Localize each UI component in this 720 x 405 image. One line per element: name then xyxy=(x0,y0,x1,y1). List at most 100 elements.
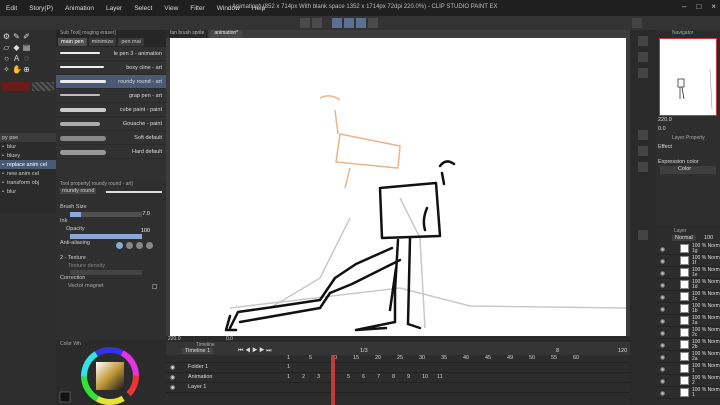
menu-story[interactable]: Story(P) xyxy=(23,5,59,12)
lasso-tool-icon[interactable]: ◌ xyxy=(22,54,31,63)
eye-icon[interactable]: ◉ xyxy=(170,374,175,381)
canvas-tab[interactable]: fan brush sprite xyxy=(166,30,209,38)
panel-icon[interactable] xyxy=(638,230,648,240)
frame-cel[interactable]: 6 xyxy=(362,374,365,380)
aa-none-option[interactable] xyxy=(116,242,123,249)
eye-icon[interactable]: ◉ xyxy=(660,330,665,337)
minimize-icon[interactable]: – xyxy=(682,2,686,11)
snap-icon[interactable] xyxy=(332,18,342,28)
transparent-swatch[interactable] xyxy=(32,82,54,91)
brush-size-value[interactable]: 7.0 xyxy=(142,211,150,217)
layer-row[interactable]: ◉ 100 % Norm 1f xyxy=(656,255,720,267)
timeline-row-layer[interactable]: ◉ Layer 1 xyxy=(166,383,630,393)
gradient-tool-icon[interactable]: ▤ xyxy=(22,43,31,52)
first-frame-icon[interactable]: ⏮ xyxy=(238,348,243,354)
frame-cel[interactable]: 10 xyxy=(422,374,428,380)
main-color-chip[interactable] xyxy=(59,391,71,403)
blend-mode-select[interactable]: Normal xyxy=(672,235,696,241)
brush-item[interactable]: Soft default xyxy=(56,131,166,145)
figure-tool-icon[interactable]: ○ xyxy=(2,54,11,63)
panel-icon[interactable] xyxy=(638,36,648,46)
frame-cel[interactable]: 5 xyxy=(347,374,350,380)
opacity-slider[interactable] xyxy=(70,234,142,239)
brush-item[interactable]: cube paint - paint xyxy=(56,103,166,117)
hand-tool-icon[interactable]: ✋ xyxy=(12,65,22,74)
eyedropper-tool-icon[interactable]: ✧ xyxy=(2,65,11,74)
frame-cel[interactable]: 2 xyxy=(302,374,305,380)
undo-icon[interactable] xyxy=(300,18,310,28)
frame-cel[interactable]: 1 xyxy=(287,374,290,380)
canvas-tab[interactable]: animation* xyxy=(210,30,243,38)
brush-item[interactable]: grap pen - art xyxy=(56,89,166,103)
frame-cel[interactable]: 8 xyxy=(392,374,395,380)
menu-view[interactable]: View xyxy=(158,5,184,12)
brush-size-slider[interactable] xyxy=(70,212,142,217)
frame-cel[interactable]: 7 xyxy=(377,374,380,380)
text-tool-icon[interactable]: A xyxy=(12,54,21,63)
panel-toggle-icon[interactable] xyxy=(632,18,642,28)
frame-cel[interactable]: 3 xyxy=(317,374,320,380)
layer-row[interactable]: ◉ 100 % Norm 1c xyxy=(656,291,720,303)
layer-row[interactable]: ◉ 100 % Norm 2b xyxy=(656,339,720,351)
eye-icon[interactable]: ◉ xyxy=(660,246,665,253)
eye-icon[interactable]: ◉ xyxy=(660,390,665,397)
frame-cel[interactable]: 11 xyxy=(437,374,443,380)
eye-icon[interactable]: ◉ xyxy=(660,306,665,313)
layer-opacity[interactable]: 100 xyxy=(704,235,713,241)
frame-cel[interactable]: 9 xyxy=(407,374,410,380)
maximize-icon[interactable]: □ xyxy=(696,2,701,11)
timeline-row-animation[interactable]: ◉ Animation 1234567891011 xyxy=(166,373,630,383)
eye-icon[interactable]: ◉ xyxy=(170,384,175,391)
aa-strong-option[interactable] xyxy=(146,242,153,249)
pen-tool-icon[interactable]: ✐ xyxy=(22,32,31,41)
eye-icon[interactable]: ◉ xyxy=(660,282,665,289)
panel-icon[interactable] xyxy=(638,130,648,140)
layer-row[interactable]: ◉ 100 % Norm 1e xyxy=(656,267,720,279)
layer-row[interactable]: ◉ 100 % Norm 2 xyxy=(656,375,720,387)
zoom-tool-icon[interactable]: ⊕ xyxy=(22,65,31,74)
play-icon[interactable]: ▶ xyxy=(252,348,257,354)
vector-magnet-checkbox[interactable] xyxy=(152,284,157,289)
left-layer-item[interactable]: • blur xyxy=(0,187,56,196)
aa-middle-option[interactable] xyxy=(136,242,143,249)
prev-frame-icon[interactable]: ◀ xyxy=(245,348,250,354)
navigator-preview[interactable] xyxy=(659,38,717,116)
fill-tool-icon[interactable]: ◆ xyxy=(12,43,21,52)
menu-filter[interactable]: Filter xyxy=(184,5,210,12)
layer-row[interactable]: ◉ 100 % Norm 1 xyxy=(656,363,720,375)
left-layer-item[interactable]: • new anim cel xyxy=(0,169,56,178)
left-layer-item[interactable]: • blur xyxy=(0,142,56,151)
layer-row[interactable]: ◉ 100 % Norm 1d xyxy=(656,279,720,291)
tab-pen-main[interactable]: pen mai xyxy=(118,38,144,46)
tab-main-pen[interactable]: main pen xyxy=(58,38,87,46)
grid-snap-icon[interactable] xyxy=(356,18,366,28)
saturation-square[interactable] xyxy=(96,362,124,390)
redo-icon[interactable] xyxy=(312,18,322,28)
brush-item[interactable]: Gouache - paint xyxy=(56,117,166,131)
drawing-canvas[interactable] xyxy=(170,38,627,336)
layer-row[interactable]: ◉ 100 % Norm 2c xyxy=(656,327,720,339)
panel-icon[interactable] xyxy=(638,52,648,62)
timeline-playhead[interactable] xyxy=(331,355,335,405)
eraser-tool-icon[interactable]: ▱ xyxy=(2,43,11,52)
layer-row[interactable]: ◉ 100 % Norm 1a xyxy=(656,315,720,327)
left-layer-item[interactable]: • bluey xyxy=(0,151,56,160)
opacity-value[interactable]: 100 xyxy=(141,228,150,234)
tab-minimize[interactable]: minimize xyxy=(88,38,117,46)
left-layer-item[interactable]: • transform obj xyxy=(0,178,56,187)
eye-icon[interactable]: ◉ xyxy=(660,366,665,373)
panel-icon[interactable] xyxy=(638,146,648,156)
eye-icon[interactable]: ◉ xyxy=(660,318,665,325)
layer-row[interactable]: ◉ 100 % Norm 1g xyxy=(656,243,720,255)
eye-icon[interactable]: ◉ xyxy=(170,364,175,371)
eye-icon[interactable]: ◉ xyxy=(660,342,665,349)
color-wheel[interactable] xyxy=(56,340,166,405)
close-icon[interactable]: × xyxy=(711,2,716,11)
navigator-rotation[interactable]: 0.0 xyxy=(658,126,666,132)
layer-row[interactable]: ◉ 100 % Norm 2a xyxy=(656,351,720,363)
layer-row[interactable]: ◉ 100 % Norm 1b xyxy=(656,303,720,315)
panel-icon[interactable] xyxy=(638,162,648,172)
last-frame-icon[interactable]: ⏭ xyxy=(266,348,271,354)
menu-animation[interactable]: Animation xyxy=(59,5,100,12)
next-frame-icon[interactable]: ▶ xyxy=(259,348,264,354)
